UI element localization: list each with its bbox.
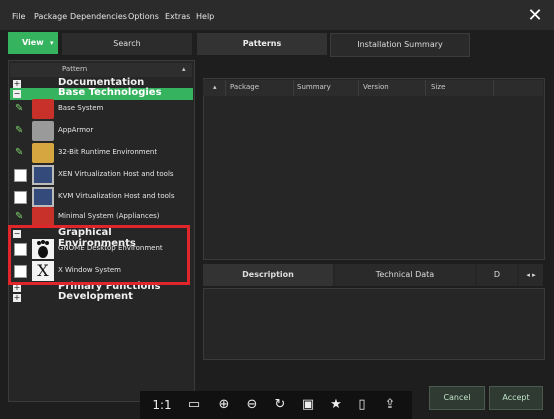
package-table-header: ▴ Package Summary Version Size [203,80,543,96]
menu-file[interactable]: File [12,12,25,21]
pattern-32bit-runtime[interactable]: ✎ 32-Bit Runtime Environment [10,142,193,164]
installed-check-icon[interactable]: ✎ [15,126,25,136]
device-icon[interactable]: ▯ [352,395,372,415]
column-version[interactable]: Version [363,83,389,91]
runtime-icon [32,143,54,163]
monitor-icon [32,187,54,207]
pattern-column-header[interactable]: Pattern ▴ [10,63,192,77]
collapse-icon[interactable]: − [13,90,21,98]
expand-icon[interactable]: + [13,284,21,292]
close-icon[interactable]: ✕ [523,6,547,26]
installed-check-icon[interactable]: ✎ [15,104,25,114]
zoom-actual-size[interactable]: 1:1 [150,395,174,415]
chevron-down-icon: ▾ [50,39,54,47]
pattern-label: Base System [58,104,104,112]
pattern-xen[interactable]: XEN Virtualization Host and tools [10,164,193,186]
apparmor-icon [32,121,54,141]
description-panel [203,288,545,360]
detail-tabs: Description Technical Data D ◂ ▸ [203,264,543,286]
share-icon[interactable]: ⇪ [380,395,400,415]
image-viewer-toolbar: 1:1 ▭ ⊕ ⊖ ↻ ▣ ★ ▯ ⇪ [140,391,412,419]
tab-scroll-arrows[interactable]: ◂ ▸ [519,264,543,286]
pattern-label: XEN Virtualization Host and tools [58,170,174,178]
column-package[interactable]: Package [230,83,259,91]
category-title: Development [58,291,133,302]
sort-up-icon: ▴ [182,65,186,73]
cancel-button[interactable]: Cancel [429,386,485,410]
menu-dependencies[interactable]: Dependencies [70,12,127,21]
pattern-base-system[interactable]: ✎ Base System [10,98,193,120]
checkbox[interactable] [14,169,27,182]
minimal-system-icon [32,207,54,227]
menu-package[interactable]: Package [34,12,67,21]
category-development[interactable]: + Development [10,291,193,304]
column-summary[interactable]: Summary [297,83,331,91]
checkbox[interactable] [14,191,27,204]
save-icon[interactable]: ▣ [298,395,318,415]
tab-search[interactable]: Search [62,33,192,55]
pattern-kvm[interactable]: KVM Virtualization Host and tools [10,186,193,208]
view-button-label: View [22,38,44,47]
pattern-label: 32-Bit Runtime Environment [58,148,158,156]
installed-check-icon[interactable]: ✎ [15,212,25,222]
package-table [203,78,545,260]
highlight-annotation [8,225,190,285]
pattern-apparmor[interactable]: ✎ AppArmor [10,120,193,142]
tab-installation-summary[interactable]: Installation Summary [330,33,470,57]
view-button[interactable]: View ▾ [8,32,58,54]
menu-help[interactable]: Help [196,12,214,21]
base-system-icon [32,99,54,119]
tab-technical-data[interactable]: Technical Data [335,264,475,286]
pattern-label: Minimal System (Appliances) [58,212,160,220]
expand-icon[interactable]: + [13,294,21,302]
accept-button[interactable]: Accept [489,386,543,410]
sort-icon[interactable]: ▴ [213,83,217,91]
tab-dependencies[interactable]: D [477,264,517,286]
pattern-label: AppArmor [58,126,94,134]
tab-patterns[interactable]: Patterns [197,33,327,55]
monitor-icon [32,165,54,185]
menu-bar: File Package Dependencies Options Extras… [0,0,554,30]
category-title: Base Technologies [58,87,162,98]
expand-icon[interactable]: + [13,80,21,88]
menu-options[interactable]: Options [128,12,159,21]
pattern-header-label: Pattern [62,65,88,73]
tab-description[interactable]: Description [203,264,333,286]
column-size[interactable]: Size [431,83,445,91]
pattern-label: KVM Virtualization Host and tools [58,192,175,200]
bookmark-icon[interactable]: ★ [326,395,346,415]
fit-screen-icon[interactable]: ▭ [184,395,204,415]
zoom-out-icon[interactable]: ⊖ [242,395,262,415]
installed-check-icon[interactable]: ✎ [15,148,25,158]
rotate-icon[interactable]: ↻ [270,395,290,415]
menu-extras[interactable]: Extras [165,12,190,21]
zoom-in-icon[interactable]: ⊕ [214,395,234,415]
